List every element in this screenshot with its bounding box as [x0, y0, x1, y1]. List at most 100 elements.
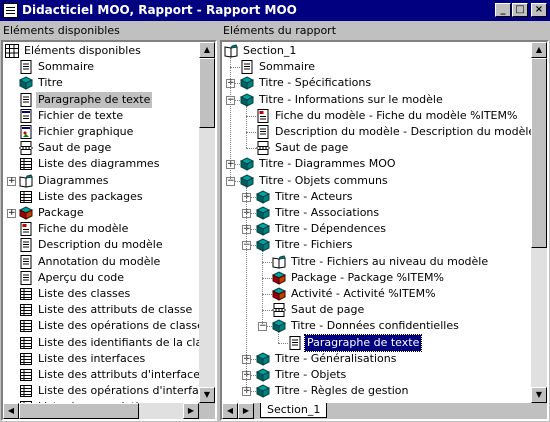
- report-element-item[interactable]: Paragraphe de texte: [222, 333, 531, 352]
- available-element-item[interactable]: Liste des opérations d'interface: [3, 383, 199, 399]
- available-element-item[interactable]: Paragraphe de texte: [3, 91, 199, 108]
- left-panel-header: Eléments disponibles: [3, 24, 120, 37]
- report-element-item[interactable]: + Titre - Dépendences: [222, 221, 531, 237]
- report-element-item[interactable]: Saut de page: [222, 302, 531, 318]
- tab-scroll-right-button[interactable]: ▶: [238, 403, 254, 419]
- available-element-item[interactable]: Sommaire: [3, 59, 199, 75]
- open-book-icon: [272, 255, 286, 269]
- scroll-down-button[interactable]: ▼: [199, 387, 215, 403]
- available-element-item[interactable]: Liste des attributs de classe: [3, 302, 199, 318]
- report-element-item[interactable]: Activité - Activité %ITEM%: [222, 286, 531, 302]
- available-element-item[interactable]: Aperçu du code: [3, 270, 199, 286]
- report-element-item[interactable]: + Titre - Spécifications: [222, 75, 531, 91]
- tab-scroll-left-button[interactable]: ◀: [222, 403, 238, 419]
- tree-item-label: Description du modèle: [38, 238, 163, 252]
- report-element-item[interactable]: + Titre - Associations: [222, 205, 531, 221]
- right-vertical-scrollbar[interactable]: ▲ ▼: [531, 42, 547, 403]
- available-element-item[interactable]: Liste des interfaces: [3, 351, 199, 367]
- list-icon: [19, 368, 33, 382]
- tab-section-1[interactable]: Section_1: [260, 403, 328, 418]
- report-element-item[interactable]: Section_1: [222, 43, 531, 59]
- report-element-item[interactable]: Description du modèle - Description du m…: [222, 124, 531, 140]
- title-bar[interactable]: Didacticiel MOO, Rapport - Rapport MOO _…: [0, 0, 550, 21]
- available-element-item[interactable]: Annotation du modèle: [3, 254, 199, 270]
- document-icon: [19, 270, 33, 285]
- tree-item-label: Section_1: [243, 44, 297, 57]
- available-element-item[interactable]: Liste des identifiants de la classe: [3, 335, 199, 351]
- tree-item-label: Titre - Dépendences: [275, 222, 386, 236]
- available-element-item[interactable]: Liste des opérations de classe: [3, 318, 199, 334]
- report-element-item[interactable]: − Titre - Objets communs: [222, 173, 531, 189]
- horizontal-scroll-thumb[interactable]: [19, 403, 139, 419]
- available-elements-tree: Eléments disponibles Sommaire Titre Paragra…: [3, 42, 199, 403]
- document-icon: [19, 60, 33, 75]
- scroll-down-button[interactable]: ▼: [531, 387, 547, 403]
- available-element-item[interactable]: Fichier graphique: [3, 124, 199, 140]
- tree-item-label: Package: [38, 206, 84, 219]
- available-element-item[interactable]: Liste des diagrammes: [3, 156, 199, 172]
- expand-toggle[interactable]: +: [7, 176, 16, 186]
- close-button[interactable]: ×: [531, 3, 547, 17]
- available-element-item[interactable]: Description du modèle: [3, 237, 199, 253]
- scroll-up-button[interactable]: ▲: [531, 42, 547, 58]
- book-icon: [271, 319, 287, 334]
- list-icon: [19, 319, 33, 333]
- list-icon: [19, 384, 33, 398]
- report-element-item[interactable]: + Titre - Généralisations: [222, 351, 531, 367]
- available-element-item[interactable]: Eléments disponibles: [3, 43, 199, 59]
- tree-connector: [230, 67, 240, 69]
- report-element-item[interactable]: Sommaire: [222, 59, 531, 75]
- available-element-item[interactable]: Fiche du modèle: [3, 221, 199, 237]
- tree-item-label: Diagrammes: [38, 173, 109, 187]
- minimize-button[interactable]: _: [495, 3, 511, 17]
- book-icon: [255, 222, 271, 236]
- document-icon: [19, 254, 33, 269]
- report-element-item[interactable]: Package - Package %ITEM%: [222, 270, 531, 286]
- app-icon[interactable]: [3, 3, 18, 18]
- available-element-item[interactable]: Saut de page: [3, 140, 199, 156]
- available-element-item[interactable]: + Diagrammes: [3, 173, 199, 189]
- left-horizontal-scrollbar[interactable]: ◀ ▶: [3, 403, 199, 419]
- grid-icon: [5, 44, 19, 58]
- report-element-item[interactable]: − Titre - Informations sur le modèle: [222, 92, 531, 108]
- report-element-item[interactable]: Fiche du modèle - Fiche du modèle %ITEM%: [222, 108, 531, 124]
- available-element-item[interactable]: + Package: [3, 205, 199, 221]
- available-element-item[interactable]: Liste des attributs d'interface: [3, 367, 199, 383]
- scroll-up-button[interactable]: ▲: [199, 42, 215, 58]
- report-element-item[interactable]: + Titre - Acteurs: [222, 189, 531, 205]
- tree-item-label: Eléments disponibles: [24, 44, 141, 57]
- scroll-left-button[interactable]: ◀: [3, 403, 19, 419]
- available-element-item[interactable]: Liste des classes: [3, 286, 199, 302]
- scroll-thumb[interactable]: [199, 58, 215, 128]
- model-card-icon: [256, 108, 270, 123]
- report-element-item[interactable]: + Titre - Règles de gestion: [222, 383, 531, 399]
- report-element-item[interactable]: + Titre - Diagrammes MOO: [222, 156, 531, 172]
- report-element-item[interactable]: − Titre - Données confidentielles: [222, 318, 531, 334]
- available-element-item[interactable]: Liste des packages: [3, 189, 199, 205]
- package-book-icon: [271, 271, 287, 285]
- report-element-item[interactable]: Titre - Fichiers au niveau du modèle: [222, 254, 531, 270]
- tree-guide-line: [262, 251, 263, 327]
- book-icon: [255, 238, 271, 253]
- tree-item-label: Titre - Généralisations: [275, 351, 397, 365]
- maximize-button[interactable]: □: [512, 3, 528, 17]
- available-element-item[interactable]: Fichier de texte: [3, 108, 199, 124]
- list-icon: [19, 352, 33, 366]
- tree-item-label: Liste des opérations de classe: [38, 319, 199, 333]
- tree-item-label: Liste des identifiants de la classe: [38, 335, 199, 349]
- scroll-thumb[interactable]: [531, 58, 547, 248]
- tree-item-label: Liste des attributs d'interface: [38, 368, 199, 381]
- report-element-item[interactable]: − Titre - Fichiers: [222, 237, 531, 253]
- left-vertical-scrollbar[interactable]: ▲ ▼: [199, 42, 215, 403]
- package-book-icon: [271, 287, 287, 301]
- report-elements-pane: Section_1 Sommaire + Titre - Spécifications…: [220, 40, 549, 421]
- tree-guide-line: [246, 186, 247, 392]
- tree-connector: [246, 148, 256, 150]
- window-title: Didacticiel MOO, Rapport - Rapport MOO: [22, 3, 297, 17]
- tree-item-label: Titre - Diagrammes MOO: [259, 157, 396, 171]
- available-element-item[interactable]: Titre: [3, 75, 199, 91]
- report-element-item[interactable]: Saut de page: [222, 140, 531, 156]
- report-element-item[interactable]: + Titre - Objets: [222, 367, 531, 383]
- expand-toggle[interactable]: +: [7, 209, 16, 218]
- scroll-right-button[interactable]: ▶: [183, 403, 199, 419]
